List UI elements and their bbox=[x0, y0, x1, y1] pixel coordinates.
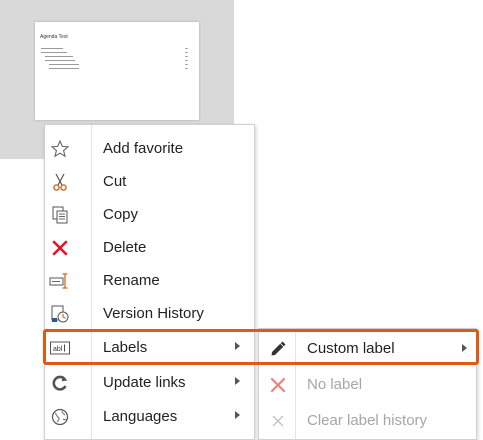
thumbnail-text-line bbox=[41, 48, 63, 49]
submenu-item-label: Clear label history bbox=[307, 412, 428, 429]
label-abc-icon: abl bbox=[49, 337, 71, 359]
submenu-arrow-icon bbox=[462, 344, 467, 352]
globe-icon bbox=[49, 406, 71, 428]
thumbnail-page-number bbox=[185, 56, 188, 57]
menu-item-version-history[interactable]: Version History bbox=[45, 297, 254, 330]
submenu-arrow-icon bbox=[235, 377, 240, 385]
thumbnail-page-number bbox=[185, 48, 188, 49]
thumbnail-text-line bbox=[45, 56, 73, 57]
labels-submenu: Custom label No label Clear label histor… bbox=[258, 328, 477, 440]
rename-icon bbox=[49, 270, 71, 292]
menu-item-label: Cut bbox=[103, 173, 127, 190]
thumbnail-page-number bbox=[185, 60, 188, 61]
submenu-item-clear-label-history: Clear label history bbox=[259, 403, 476, 438]
menu-item-add-favorite[interactable]: Add favorite bbox=[45, 132, 254, 165]
menu-item-languages[interactable]: Languages bbox=[45, 400, 254, 433]
thumbnail-page-number bbox=[185, 52, 188, 53]
red-x-icon bbox=[267, 374, 289, 396]
menu-item-label: Copy bbox=[103, 206, 139, 223]
star-outline-icon bbox=[49, 138, 71, 160]
submenu-arrow-icon bbox=[235, 342, 240, 350]
submenu-item-label: Custom label bbox=[307, 340, 395, 357]
grey-x-icon bbox=[267, 410, 289, 432]
refresh-icon bbox=[49, 372, 71, 394]
context-menu: Add favorite Cut Copy Delete Rename Vers… bbox=[44, 124, 255, 440]
submenu-item-custom-label[interactable]: Custom label bbox=[259, 331, 476, 366]
thumbnail-text-line bbox=[41, 52, 67, 53]
thumbnail-page-number bbox=[185, 64, 188, 65]
menu-item-label: Version History bbox=[103, 305, 204, 322]
menu-item-rename[interactable]: Rename bbox=[45, 264, 254, 297]
menu-item-label: Labels bbox=[103, 339, 148, 356]
menu-item-labels[interactable]: abl Labels bbox=[45, 331, 254, 364]
pencil-icon bbox=[267, 338, 289, 360]
delete-x-icon bbox=[49, 237, 71, 259]
svg-text:abl: abl bbox=[53, 346, 63, 353]
menu-item-update-links[interactable]: Update links bbox=[45, 366, 254, 399]
scissors-icon bbox=[49, 171, 71, 193]
thumbnail-page-number bbox=[185, 68, 188, 69]
menu-item-cut[interactable]: Cut bbox=[45, 165, 254, 198]
menu-item-delete[interactable]: Delete bbox=[45, 231, 254, 264]
thumbnail-text-line bbox=[49, 68, 79, 69]
submenu-arrow-icon bbox=[235, 411, 240, 419]
menu-item-label: Update links bbox=[103, 374, 186, 391]
thumbnail-text-line bbox=[45, 60, 75, 61]
thumbnail-text-line bbox=[49, 64, 79, 65]
menu-item-label: Rename bbox=[103, 272, 160, 289]
menu-item-label: Add favorite bbox=[103, 140, 184, 157]
submenu-item-no-label: No label bbox=[259, 367, 476, 402]
thumbnail-title: Agenda Test bbox=[40, 34, 68, 40]
menu-item-copy[interactable]: Copy bbox=[45, 198, 254, 231]
menu-item-label: Languages bbox=[103, 408, 178, 425]
menu-item-label: Delete bbox=[103, 239, 147, 256]
submenu-item-label: No label bbox=[307, 376, 363, 393]
version-history-icon bbox=[49, 303, 71, 325]
copy-icon bbox=[49, 204, 71, 226]
slide-thumbnail[interactable]: Agenda Test bbox=[35, 22, 199, 120]
